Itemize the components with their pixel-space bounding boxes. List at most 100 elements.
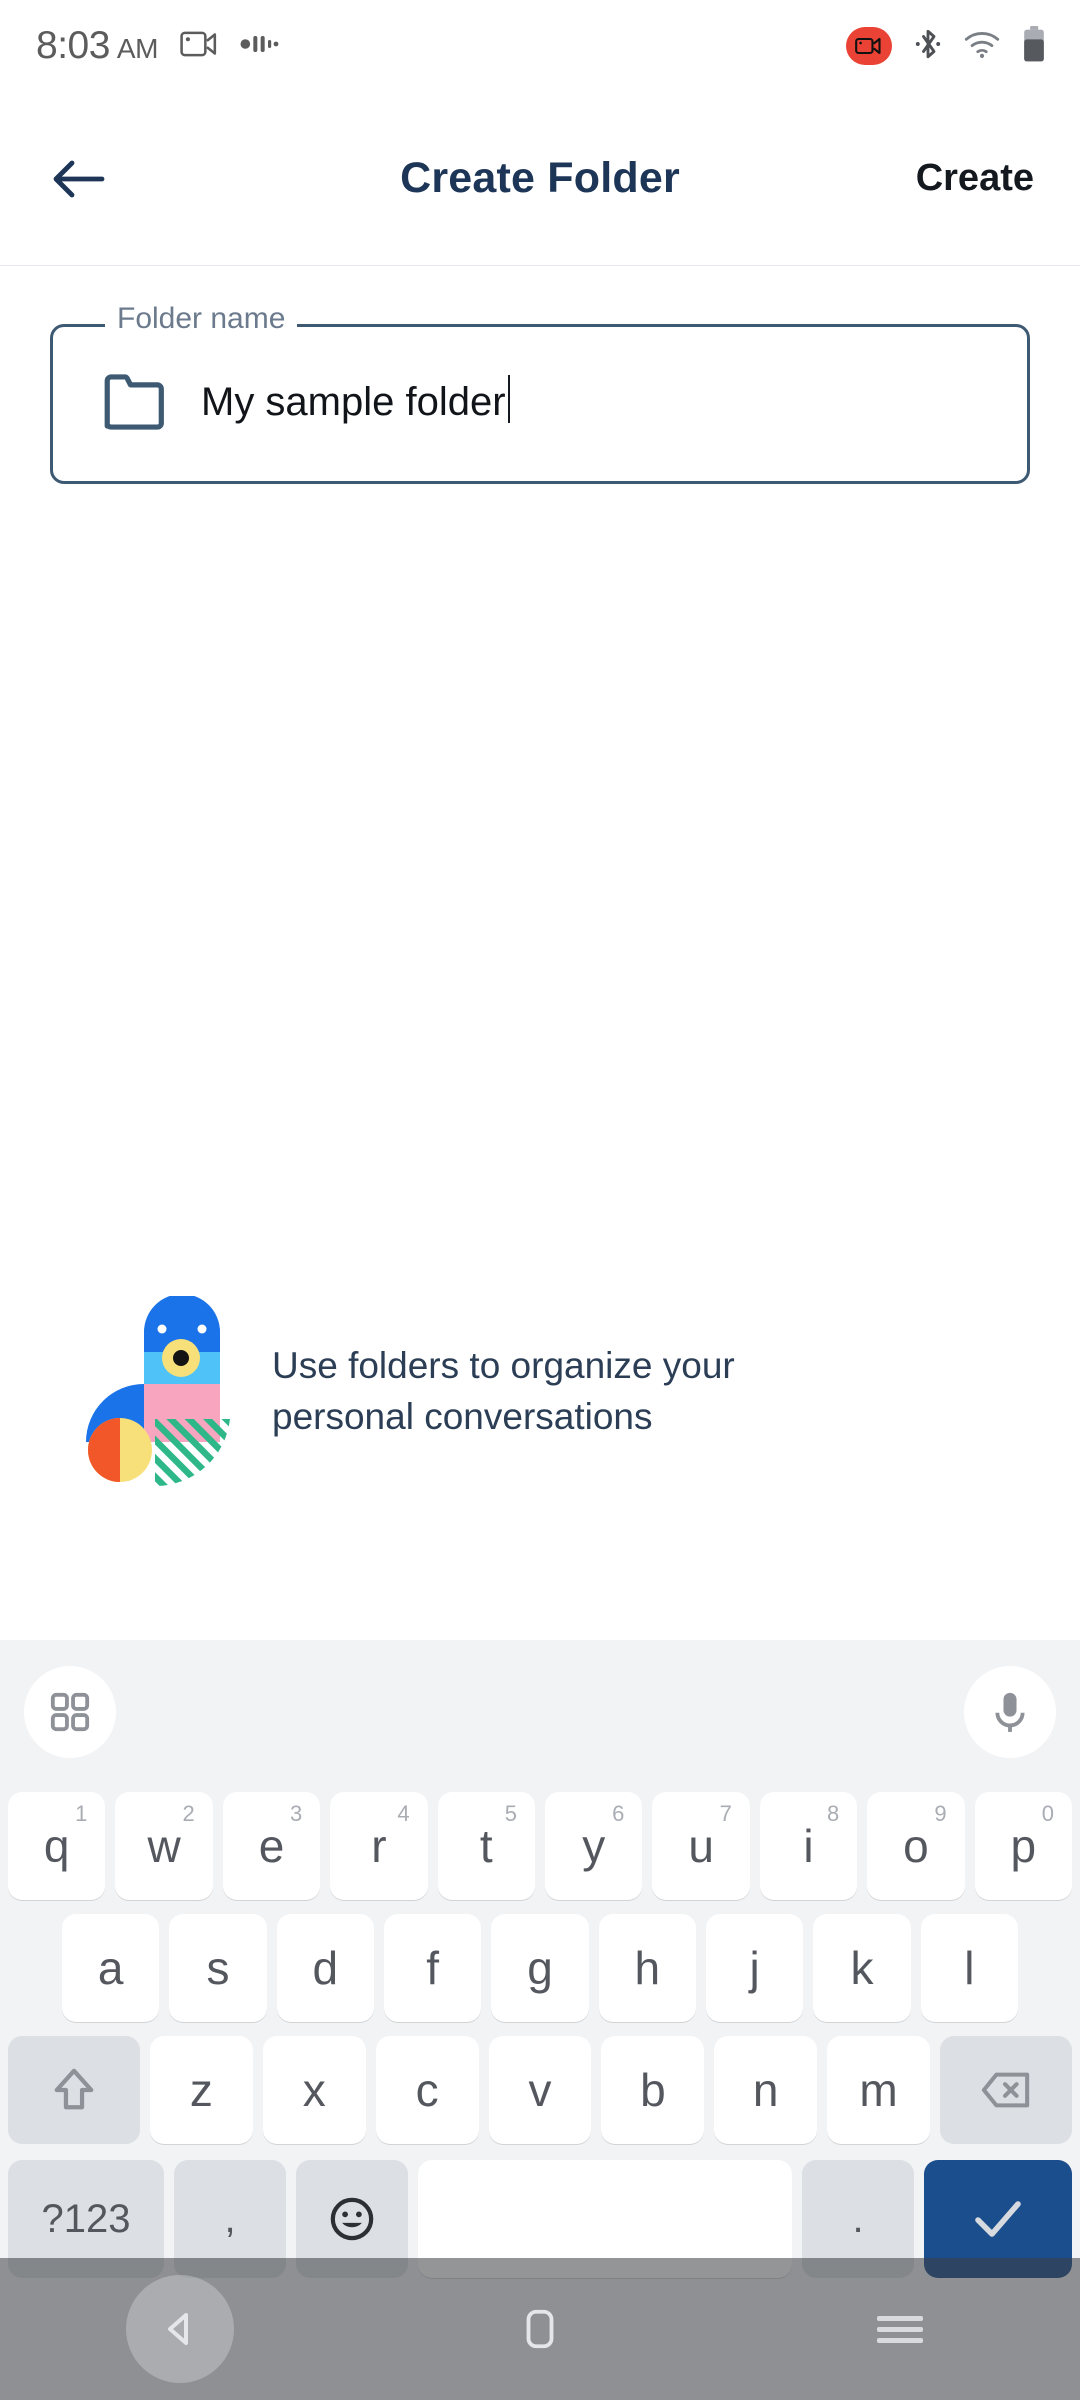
key-l[interactable]: l <box>920 1914 1018 2022</box>
phone-screen: 8:03 AM Create Folder Create Folder name… <box>0 0 1080 2400</box>
key-a[interactable]: a <box>62 1914 160 2022</box>
key-s[interactable]: s <box>169 1914 267 2022</box>
on-screen-keyboard: q1w2e3r4t5y6u7i8o9p0 asdfghjkl zxcvbnm ?… <box>0 1640 1080 2400</box>
key-label: s <box>206 1942 230 1994</box>
key-z[interactable]: z <box>150 2036 253 2144</box>
wifi-icon <box>964 29 1000 64</box>
key-superscript: 2 <box>182 1801 195 1826</box>
key-superscript: 6 <box>612 1801 625 1826</box>
folder-name-text: My sample folder <box>201 380 506 424</box>
key-label: k <box>850 1942 874 1994</box>
key-superscript: 8 <box>826 1801 840 1826</box>
key-t[interactable]: t5 <box>437 1792 535 1900</box>
create-button[interactable]: Create <box>912 147 1038 210</box>
shift-key[interactable] <box>8 2036 140 2144</box>
content-area: Folder name My sample folder Use folders… <box>0 266 1080 1640</box>
key-superscript: 7 <box>719 1801 732 1826</box>
empty-state: Use folders to organize your personal con… <box>0 1294 1080 1487</box>
key-label: e <box>258 1820 285 1872</box>
folder-icon <box>101 371 171 438</box>
key-e[interactable]: e3 <box>222 1792 321 1900</box>
abstract-bird-illustration <box>80 1294 230 1487</box>
clock-time: 8:03 <box>36 24 110 67</box>
key-label: c <box>415 2064 439 2116</box>
key-superscript: 3 <box>289 1801 303 1826</box>
key-x[interactable]: x <box>262 2036 366 2144</box>
status-bar: 8:03 AM <box>0 0 1080 92</box>
folder-name-input[interactable]: My sample folder <box>201 365 510 439</box>
key-label: l <box>964 1942 975 1994</box>
key-superscript: 9 <box>934 1801 947 1826</box>
backspace-key[interactable] <box>940 2036 1072 2144</box>
key-w[interactable]: w2 <box>115 1792 213 1900</box>
key-label: i <box>803 1820 814 1872</box>
key-label: p <box>1010 1820 1037 1872</box>
key-b[interactable]: b <box>601 2036 705 2144</box>
empty-message-line-2: personal conversations <box>272 1396 653 1437</box>
key-label: m <box>859 2064 898 2116</box>
key-label: z <box>189 2064 213 2116</box>
key-f[interactable]: f <box>384 1914 482 2022</box>
comma-key-label: , <box>224 2196 236 2241</box>
key-label: w <box>147 1820 181 1872</box>
key-label: b <box>640 2064 666 2116</box>
key-h[interactable]: h <box>598 1914 696 2022</box>
microphone-icon[interactable] <box>964 1666 1056 1758</box>
folder-name-label: Folder name <box>105 304 298 334</box>
key-v[interactable]: v <box>488 2036 592 2144</box>
key-q[interactable]: q1 <box>7 1792 106 1900</box>
status-bar-right <box>846 25 1046 67</box>
key-label: v <box>528 2064 552 2116</box>
key-o[interactable]: o9 <box>867 1792 965 1900</box>
key-label: h <box>634 1942 661 1994</box>
keyboard-row-3-letters: z x c v bnm <box>150 2036 931 2144</box>
key-n[interactable]: n <box>714 2036 818 2144</box>
nav-recents-icon[interactable] <box>825 2258 975 2400</box>
clock-ampm: AM <box>116 33 159 64</box>
keyboard-row-3: z x c v bnm <box>0 2029 1080 2151</box>
key-m[interactable]: m <box>827 2036 931 2144</box>
key-label: q <box>43 1820 70 1872</box>
back-button[interactable] <box>42 143 114 215</box>
key-i[interactable]: i8 <box>759 1792 858 1900</box>
key-superscript: 1 <box>75 1801 88 1826</box>
nav-back-icon[interactable] <box>105 2258 255 2400</box>
key-label: x <box>302 2064 326 2116</box>
key-p[interactable]: p0 <box>974 1792 1073 1900</box>
key-j[interactable]: j <box>705 1914 804 2022</box>
key-superscript: 5 <box>504 1801 517 1826</box>
key-g[interactable]: g <box>491 1914 589 2022</box>
bluetooth-icon <box>914 26 942 67</box>
grid-apps-icon[interactable] <box>24 1666 116 1758</box>
key-c[interactable]: c <box>375 2036 479 2144</box>
symbols-key-label: ?123 <box>41 2196 131 2241</box>
key-label: u <box>688 1820 714 1872</box>
key-d[interactable]: d <box>276 1914 374 2022</box>
keyboard-toolbar <box>0 1640 1080 1785</box>
key-label: j <box>749 1942 760 1994</box>
key-r[interactable]: r4 <box>330 1792 428 1900</box>
folder-name-field[interactable]: Folder name My sample folder <box>50 304 1030 484</box>
status-bar-clock: 8:03 AM <box>36 24 158 68</box>
text-cursor <box>507 375 510 423</box>
empty-state-message: Use folders to organize your personal con… <box>272 1340 735 1442</box>
app-bar: Create Folder Create <box>0 92 1080 266</box>
nav-home-icon[interactable] <box>465 2258 615 2400</box>
key-label: t <box>479 1820 493 1872</box>
notification-bars-icon <box>240 32 280 61</box>
key-y[interactable]: y6 <box>545 1792 643 1900</box>
recording-badge-icon <box>846 27 892 65</box>
keyboard-row-1: q1w2e3r4t5y6u7i8o9p0 <box>0 1785 1080 1907</box>
key-label: a <box>97 1942 124 1994</box>
android-nav-bar <box>0 2258 1080 2400</box>
battery-icon <box>1022 25 1046 67</box>
key-label: y <box>582 1820 606 1872</box>
key-u[interactable]: u7 <box>652 1792 750 1900</box>
key-label: d <box>312 1942 339 1994</box>
key-superscript: 4 <box>397 1801 410 1826</box>
status-bar-left: 8:03 AM <box>36 24 280 68</box>
key-superscript: 0 <box>1041 1801 1055 1826</box>
key-k[interactable]: k <box>813 1914 911 2022</box>
key-label: f <box>426 1942 440 1994</box>
period-key-label: . <box>852 2196 864 2241</box>
